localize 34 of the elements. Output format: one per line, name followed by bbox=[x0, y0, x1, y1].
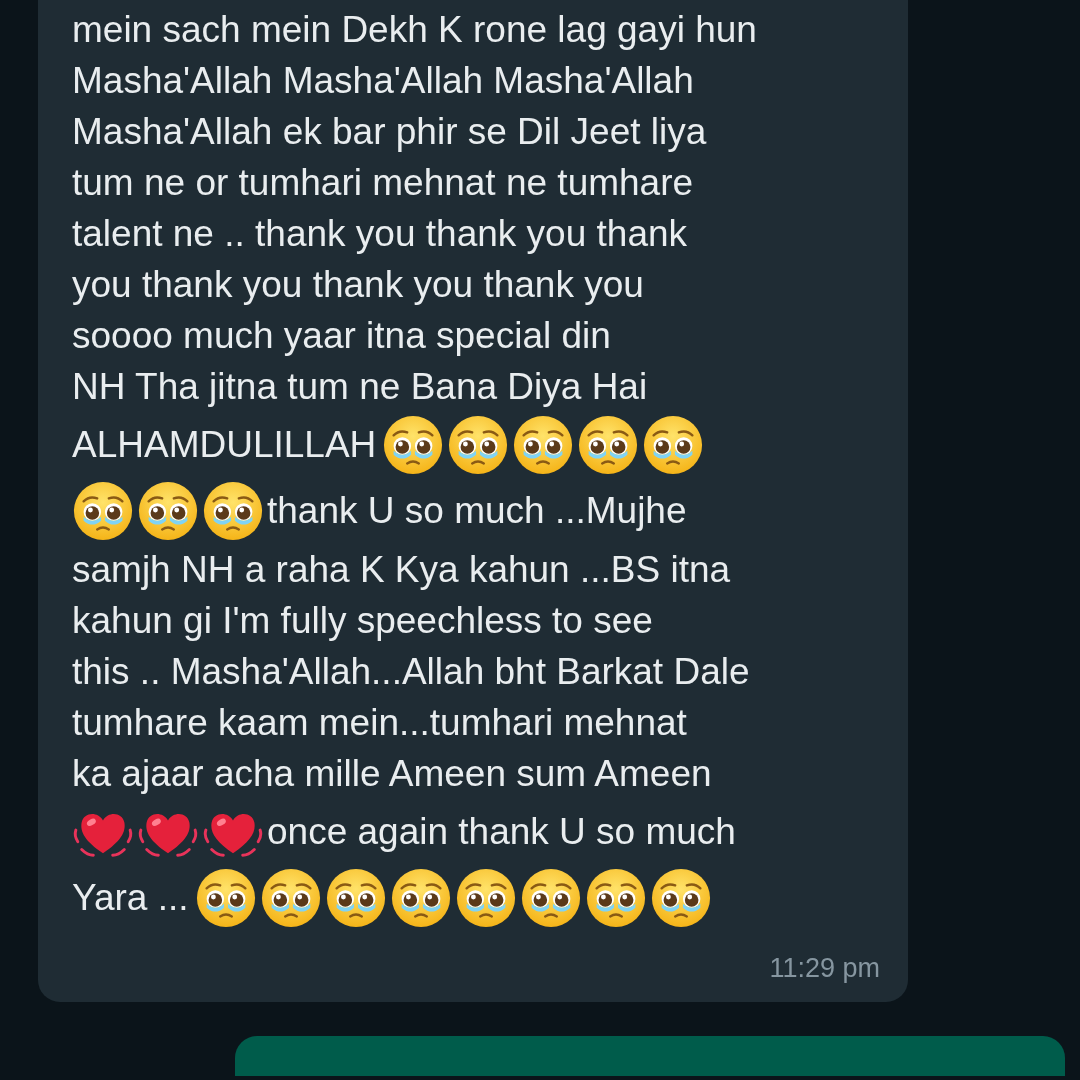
teary-face-icon bbox=[72, 480, 134, 542]
message-text: tum ne or tumhari mehnat ne tumhare bbox=[72, 161, 694, 204]
message-text: Masha'Allah ek bar phir se Dil Jeet liya bbox=[72, 110, 707, 153]
teary-face-icon bbox=[324, 867, 387, 929]
teary-face-icon bbox=[642, 414, 705, 476]
teary-face-icon bbox=[389, 867, 452, 929]
teary-face-icon bbox=[584, 867, 647, 929]
teary-face-icon bbox=[577, 414, 640, 476]
message-text: NH Tha jitna tum ne Bana Diya Hai bbox=[72, 365, 648, 408]
message-text: Yara ... bbox=[72, 877, 189, 919]
message-text: this .. Masha'Allah...Allah bht Barkat Dale bbox=[72, 650, 750, 693]
message-text: Masha'Allah Masha'Allah Masha'Allah bbox=[72, 59, 694, 102]
message-text: tumhare kaam mein...tumhari mehnat bbox=[72, 701, 687, 744]
teary-face-icon bbox=[447, 414, 510, 476]
message-text: soooo much yaar itna special din bbox=[72, 314, 611, 357]
teary-face-icon bbox=[512, 414, 575, 476]
message-text: ALHAMDULILLAH bbox=[72, 424, 377, 466]
teary-face-icon bbox=[454, 867, 517, 929]
teary-face-icon bbox=[259, 867, 322, 929]
message-time: 11:29 pm bbox=[769, 953, 880, 984]
message-text: ka ajaar acha mille Ameen sum Ameen bbox=[72, 752, 712, 795]
message-text: talent ne .. thank you thank you thank bbox=[72, 212, 688, 255]
message-text: kahun gi I'm fully speechless to see bbox=[72, 599, 653, 642]
teary-face-icon bbox=[519, 867, 582, 929]
teary-face-icon bbox=[202, 480, 264, 542]
teary-face-icon bbox=[649, 867, 712, 929]
message-text: once again thank U so much bbox=[267, 811, 736, 853]
teary-face-icon bbox=[194, 867, 257, 929]
message-text: samjh NH a raha K Kya kahun ...BS itna bbox=[72, 548, 731, 591]
message-text: you thank you thank you thank you bbox=[72, 263, 644, 306]
teary-face-icon bbox=[382, 414, 445, 476]
message-text: thank U so much ...Mujhe bbox=[267, 490, 687, 532]
teary-face-icon bbox=[137, 480, 199, 542]
message-text: mein sach mein Dekh K rone lag gayi hun bbox=[72, 8, 757, 51]
